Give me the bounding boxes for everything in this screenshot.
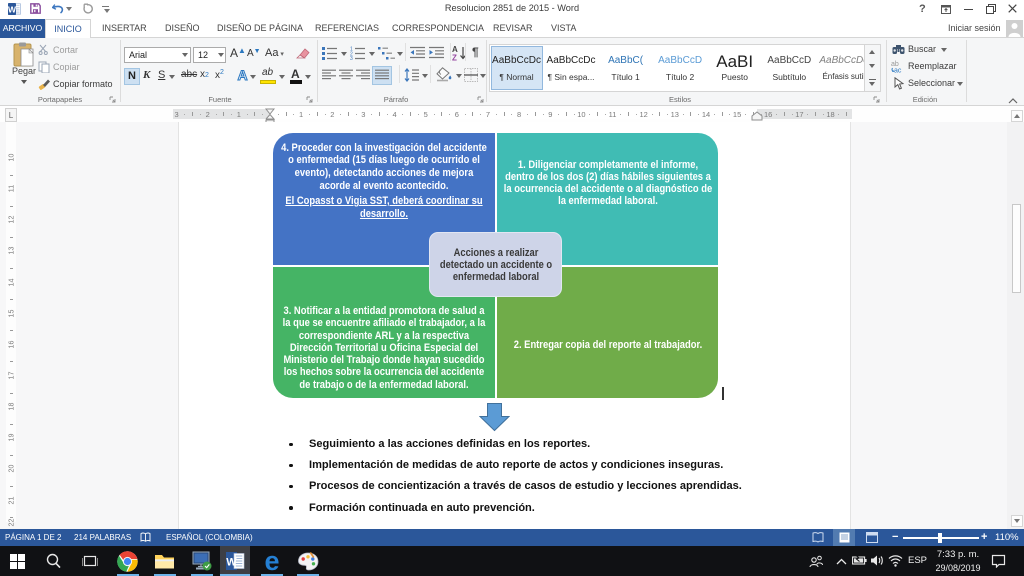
svg-text:3: 3 (350, 56, 353, 60)
svg-text:Z: Z (452, 54, 457, 62)
svg-text:ac: ac (894, 68, 902, 74)
svg-text:A: A (237, 68, 247, 82)
svg-text:W: W (226, 557, 237, 569)
